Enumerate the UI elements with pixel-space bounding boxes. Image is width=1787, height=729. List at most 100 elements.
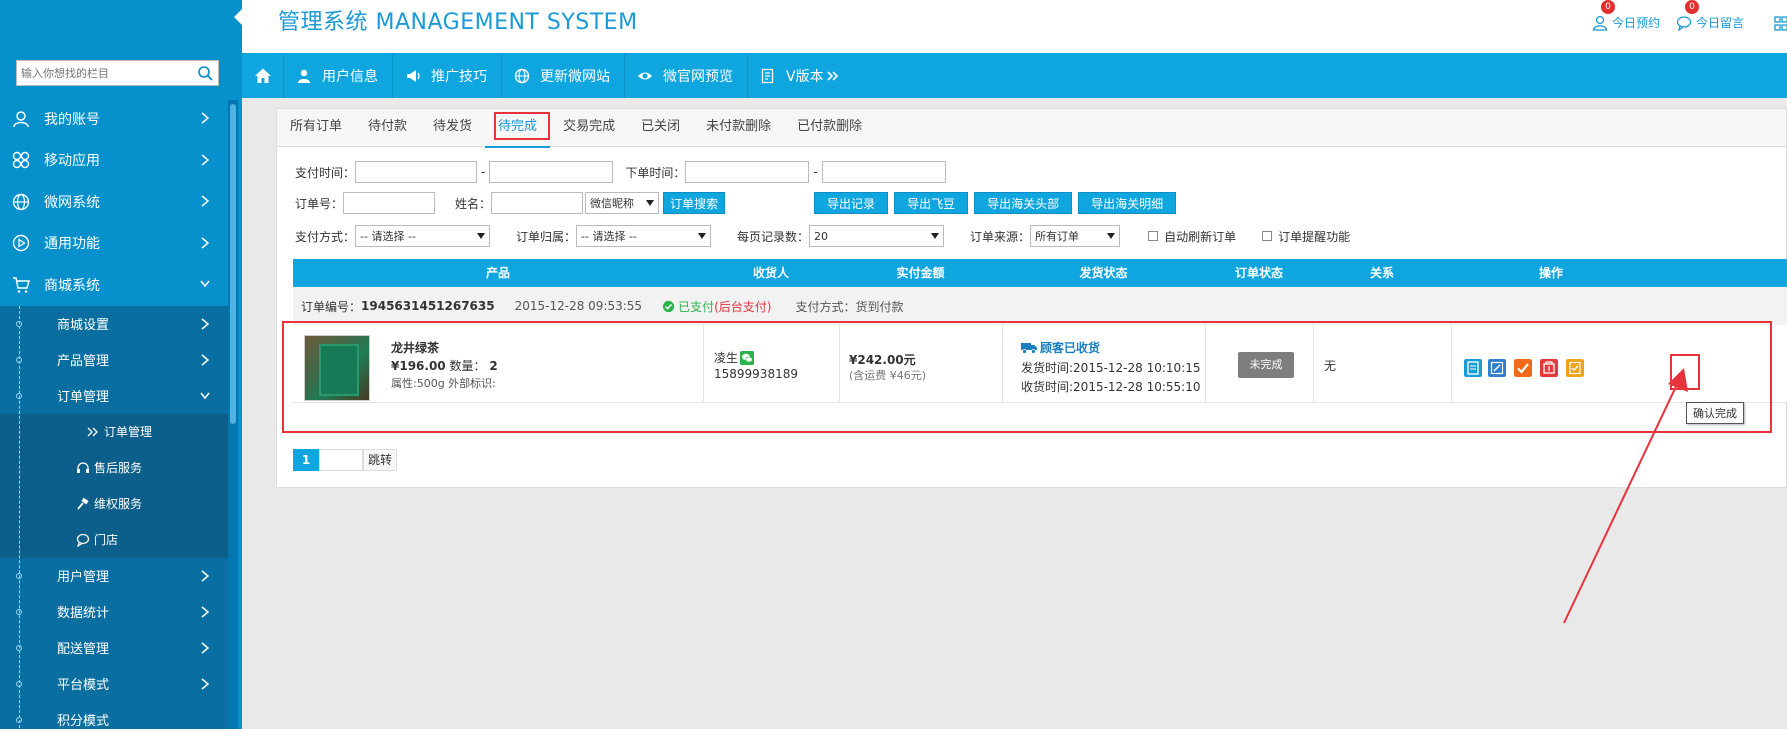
order-time-end-input[interactable]	[821, 161, 946, 183]
export-records-button[interactable]: 导出记录	[814, 192, 889, 214]
pay-method: 支付方式：货到付款	[795, 299, 904, 314]
sidebar-sub2-after-sales[interactable]: 售后服务	[0, 450, 228, 486]
confirm-complete-tooltip: 确认完成	[1686, 402, 1744, 424]
globe-icon	[12, 193, 30, 210]
order-source-select[interactable]: 所有订单	[1030, 225, 1121, 247]
tab-paid-deleted[interactable]: 已付款删除	[784, 109, 875, 147]
sidebar-subitem-label: 配送管理	[57, 642, 110, 657]
sidebar-sub2-order-management[interactable]: 订单管理	[0, 414, 228, 450]
dropdown-arrow-icon	[477, 233, 486, 239]
check-circle-icon	[662, 300, 675, 312]
sidebar-item-label: 通用功能	[44, 236, 100, 253]
sidebar-item-common-functions[interactable]: 通用功能	[0, 223, 228, 265]
tab-pending-payment[interactable]: 待付款	[355, 109, 420, 147]
chevron-right-icon	[201, 605, 210, 618]
sidebar-item-label: 商城系统	[44, 277, 100, 294]
order-search-button[interactable]: 订单搜索	[663, 192, 726, 214]
sidebar-subitem-statistics[interactable]: 数据统计	[0, 594, 228, 630]
grid-icon[interactable]	[1774, 16, 1787, 32]
sidebar-search-input[interactable]	[17, 61, 187, 85]
nav-promotion-tips[interactable]: 推广技巧	[393, 53, 502, 98]
tab-pending-shipment[interactable]: 待发货	[420, 109, 485, 147]
highlight-confirm-button	[1670, 354, 1700, 390]
page-current[interactable]: 1	[293, 449, 319, 471]
col-actions: 操作	[1538, 266, 1563, 280]
chat-bubble-icon	[76, 533, 90, 547]
dropdown-arrow-icon	[646, 200, 655, 206]
tab-unpaid-deleted[interactable]: 未付款删除	[693, 109, 784, 147]
col-amount: 实付金额	[896, 266, 945, 280]
sidebar-subitem-platform-mode[interactable]: 平台模式	[0, 666, 228, 702]
chevron-right-icon	[201, 569, 210, 582]
nav-home[interactable]	[242, 53, 284, 98]
sidebar-item-micro-web[interactable]: 微网系统	[0, 181, 228, 223]
sidebar-item-account[interactable]: 我的账号	[0, 98, 228, 140]
per-page-label: 每页记录数：	[737, 229, 810, 244]
order-number: 1945631451267635	[361, 299, 495, 313]
headset-icon	[77, 461, 89, 473]
reminder-checkbox[interactable]	[1262, 231, 1273, 241]
sidebar-search-box	[16, 60, 219, 86]
chevron-down-icon	[200, 392, 210, 399]
search-icon[interactable]	[197, 65, 213, 81]
order-time-start-input[interactable]	[685, 161, 810, 183]
sidebar-subitem-product-management[interactable]: 产品管理	[0, 342, 228, 378]
nav-label: 推广技巧	[431, 68, 487, 85]
sidebar-sub2-store[interactable]: 门店	[0, 522, 228, 558]
today-messages-link[interactable]: 0 今日留言	[1676, 0, 1744, 31]
sidebar-subitem-points-mode[interactable]: 积分模式	[0, 702, 228, 729]
nav-version[interactable]: V版本	[748, 53, 854, 98]
export-customs-header-button[interactable]: 导出海关头部	[974, 192, 1073, 214]
filter-row-search: 订单号： 姓名： 微信昵称 订单搜索 导出记录 导出飞豆 导出海关头部 导出海关…	[295, 192, 1177, 214]
pay-method-select[interactable]: -- 请选择 --	[355, 225, 491, 247]
order-time-label: 下单时间：	[625, 165, 686, 180]
sidebar-subitem-order-management[interactable]: 订单管理	[0, 378, 228, 414]
page-jump-input[interactable]	[319, 449, 363, 471]
page-jump-button[interactable]: 跳转	[363, 449, 398, 471]
name-type-select[interactable]: 微信昵称	[585, 192, 660, 214]
sidebar-subitem-mall-settings[interactable]: 商城设置	[0, 306, 228, 342]
sidebar-item-label: 移动应用	[44, 153, 100, 170]
range-dash: -	[481, 165, 486, 179]
order-time: 2015-12-28 09:53:55	[514, 299, 643, 313]
auto-refresh-checkbox[interactable]	[1148, 231, 1159, 241]
nav-site-preview[interactable]: 微官网预览	[625, 53, 748, 98]
top-nav: 用户信息 推广技巧 更新微网站 微官网预览 V版本	[242, 53, 1787, 98]
per-page-select[interactable]: 20	[809, 225, 945, 247]
order-attr-select[interactable]: -- 请选择 --	[576, 225, 712, 247]
megaphone-icon	[407, 69, 420, 82]
sidebar-scrollbar[interactable]	[228, 100, 238, 729]
sidebar-sub2-rights-protection[interactable]: 维权服务	[0, 486, 228, 522]
highlight-box	[494, 112, 551, 140]
tab-closed[interactable]: 已关闭	[628, 109, 693, 147]
select-value: -- 请选择 --	[581, 230, 637, 243]
sidebar-item-mobile-apps[interactable]: 移动应用	[0, 140, 228, 182]
today-appointments-link[interactable]: 0 今日预约	[1592, 0, 1660, 31]
tab-label: 待付款	[368, 119, 408, 134]
nav-update-site[interactable]: 更新微网站	[502, 53, 625, 98]
sidebar-subitem-user-management[interactable]: 用户管理	[0, 558, 228, 594]
tab-all-orders[interactable]: 所有订单	[277, 109, 355, 147]
chevron-right-icon	[201, 677, 210, 690]
export-customs-detail-button[interactable]: 导出海关明细	[1078, 192, 1177, 214]
globe-icon	[514, 68, 530, 83]
tab-label: 未付款删除	[706, 119, 772, 134]
tab-pending-completion[interactable]: 待完成	[485, 109, 551, 148]
gavel-icon	[77, 497, 89, 510]
name-input[interactable]	[491, 192, 584, 214]
pay-time-label: 支付时间：	[295, 165, 356, 180]
cart-icon	[13, 277, 30, 293]
nav-label: V版本	[786, 68, 824, 85]
sidebar-subitem-delivery[interactable]: 配送管理	[0, 630, 228, 666]
order-no-input[interactable]	[343, 192, 436, 214]
header: 管理系统 MANAGEMENT SYSTEM 0 今日预约 0 今日留言	[234, 0, 1787, 53]
sidebar-item-mall-system[interactable]: 商城系统	[0, 264, 228, 306]
export-feidou-button[interactable]: 导出飞豆	[894, 192, 969, 214]
pay-time-end-input[interactable]	[489, 161, 614, 183]
tab-trade-complete[interactable]: 交易完成	[550, 109, 628, 147]
reminder-label: 订单提醒功能	[1278, 229, 1351, 244]
nav-user-info[interactable]: 用户信息	[284, 53, 393, 98]
pay-time-start-input[interactable]	[355, 161, 478, 183]
mall-submenu: 商城设置 产品管理 订单管理 订单管理 售后服务 维权服务 门店 用户管理 数据…	[0, 305, 228, 729]
col-ship-status: 发货状态	[1079, 266, 1128, 280]
